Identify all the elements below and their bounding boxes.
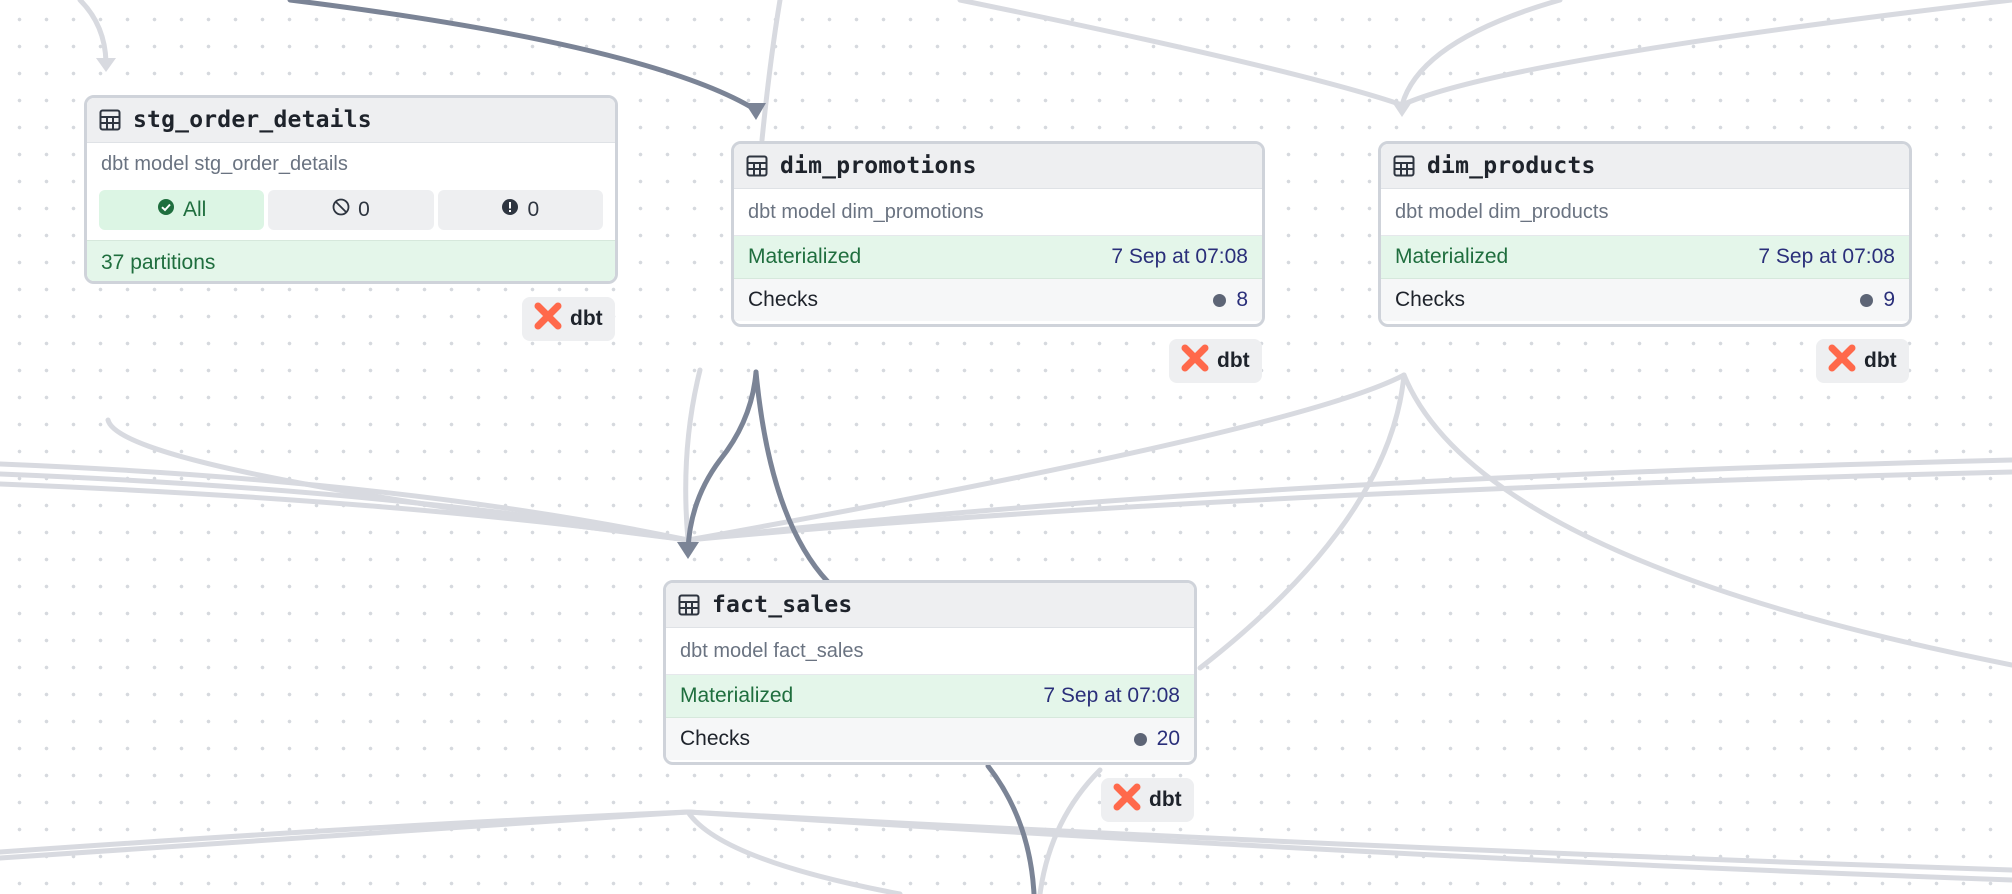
edge[interactable]	[685, 469, 2012, 543]
materialized-label: Materialized	[1395, 245, 1509, 268]
dbt-logo-icon	[534, 302, 562, 336]
status-skipped-count: 0	[358, 198, 370, 221]
dbt-label: dbt	[1864, 349, 1897, 372]
node-description: dbt model dim_promotions	[734, 189, 1262, 236]
status-failed-button[interactable]: 0	[437, 190, 603, 230]
asset-node-dim-promotions[interactable]: dim_promotions dbt model dim_promotions …	[731, 141, 1265, 327]
node-description: dbt model fact_sales	[666, 628, 1194, 675]
materialized-timestamp[interactable]: 7 Sep at 07:08	[1758, 245, 1895, 269]
dbt-label: dbt	[1149, 788, 1182, 811]
edge-arrowhead	[96, 58, 116, 72]
table-icon	[746, 154, 770, 178]
table-icon	[99, 108, 123, 132]
edge[interactable]	[1399, 0, 1563, 108]
checks-count: 9	[1883, 288, 1895, 311]
dbt-logo-icon	[1181, 344, 1209, 378]
edge[interactable]	[1197, 372, 1407, 671]
node-description: dbt model dim_products	[1381, 189, 1909, 236]
asset-node-fact-sales[interactable]: fact_sales dbt model fact_sales Material…	[663, 580, 1197, 765]
checks-row[interactable]: Checks 20	[666, 718, 1194, 760]
check-circle-icon	[157, 198, 175, 222]
alert-circle-icon	[501, 198, 519, 222]
edge[interactable]	[1399, 0, 2012, 108]
slash-circle-icon	[332, 198, 350, 222]
status-dot-icon	[1860, 293, 1874, 307]
materialized-label: Materialized	[748, 245, 862, 268]
dbt-badge: dbt	[522, 297, 615, 341]
status-skipped-button[interactable]: 0	[268, 190, 434, 230]
edge[interactable]	[685, 457, 2012, 543]
checks-row[interactable]: Checks 8	[734, 279, 1262, 321]
status-dot-icon	[1133, 732, 1147, 746]
partition-status-row: All 0 0	[87, 185, 615, 240]
node-title: stg_order_details	[133, 107, 372, 133]
materialized-timestamp[interactable]: 7 Sep at 07:08	[1111, 245, 1248, 269]
edge[interactable]	[77, 0, 109, 65]
table-icon	[678, 593, 702, 617]
edge[interactable]	[0, 809, 691, 855]
checks-count: 20	[1156, 727, 1180, 750]
edge-highlighted[interactable]	[685, 369, 759, 553]
edge-highlighted[interactable]	[287, 0, 759, 113]
node-header: dim_promotions	[734, 144, 1262, 189]
node-title: fact_sales	[712, 592, 853, 618]
dbt-badge: dbt	[1169, 339, 1262, 383]
checks-count: 8	[1236, 288, 1248, 311]
dbt-label: dbt	[1217, 349, 1250, 372]
status-dot-icon	[1213, 293, 1227, 307]
node-header: dim_products	[1381, 144, 1909, 189]
edge[interactable]	[759, 0, 783, 143]
edge-arrowhead	[1392, 102, 1412, 117]
edge[interactable]	[1401, 372, 2012, 668]
materialized-row[interactable]: Materialized 7 Sep at 07:08	[1381, 236, 1909, 279]
edge-arrowhead	[677, 542, 699, 559]
node-description: dbt model stg_order_details	[101, 152, 348, 175]
materialized-label: Materialized	[680, 684, 794, 707]
checks-row[interactable]: Checks 9	[1381, 279, 1909, 321]
dbt-logo-icon	[1113, 783, 1141, 817]
node-title: dim_promotions	[780, 153, 977, 179]
node-title: dim_products	[1427, 153, 1596, 179]
table-icon	[1393, 154, 1417, 178]
status-all-label: All	[182, 198, 207, 221]
edge[interactable]	[0, 471, 691, 543]
materialized-row[interactable]: Materialized 7 Sep at 07:08	[734, 236, 1262, 279]
materialized-row[interactable]: Materialized 7 Sep at 07:08	[666, 675, 1194, 718]
dbt-badge: dbt	[1101, 778, 1194, 822]
checks-label: Checks	[1395, 288, 1466, 311]
node-header: stg_order_details	[87, 98, 615, 143]
edge[interactable]	[957, 0, 1405, 108]
node-header: fact_sales	[666, 583, 1194, 628]
asset-node-stg-order-details[interactable]: stg_order_details dbt model stg_order_de…	[84, 95, 618, 284]
checks-label: Checks	[748, 288, 819, 311]
edge[interactable]	[685, 809, 2012, 873]
asset-node-dim-products[interactable]: dim_products dbt model dim_products Mate…	[1378, 141, 1912, 327]
checks-label: Checks	[680, 727, 751, 750]
status-failed-count: 0	[527, 198, 540, 221]
status-all-button[interactable]: All	[99, 190, 265, 230]
dbt-badge: dbt	[1816, 339, 1909, 383]
dbt-logo-icon	[1828, 344, 1856, 378]
dbt-label: dbt	[570, 307, 603, 330]
materialized-timestamp[interactable]: 7 Sep at 07:08	[1043, 684, 1180, 708]
partitions-count: 37 partitions	[87, 240, 615, 281]
edge[interactable]	[685, 372, 1407, 543]
edge-highlighted[interactable]	[753, 369, 831, 585]
